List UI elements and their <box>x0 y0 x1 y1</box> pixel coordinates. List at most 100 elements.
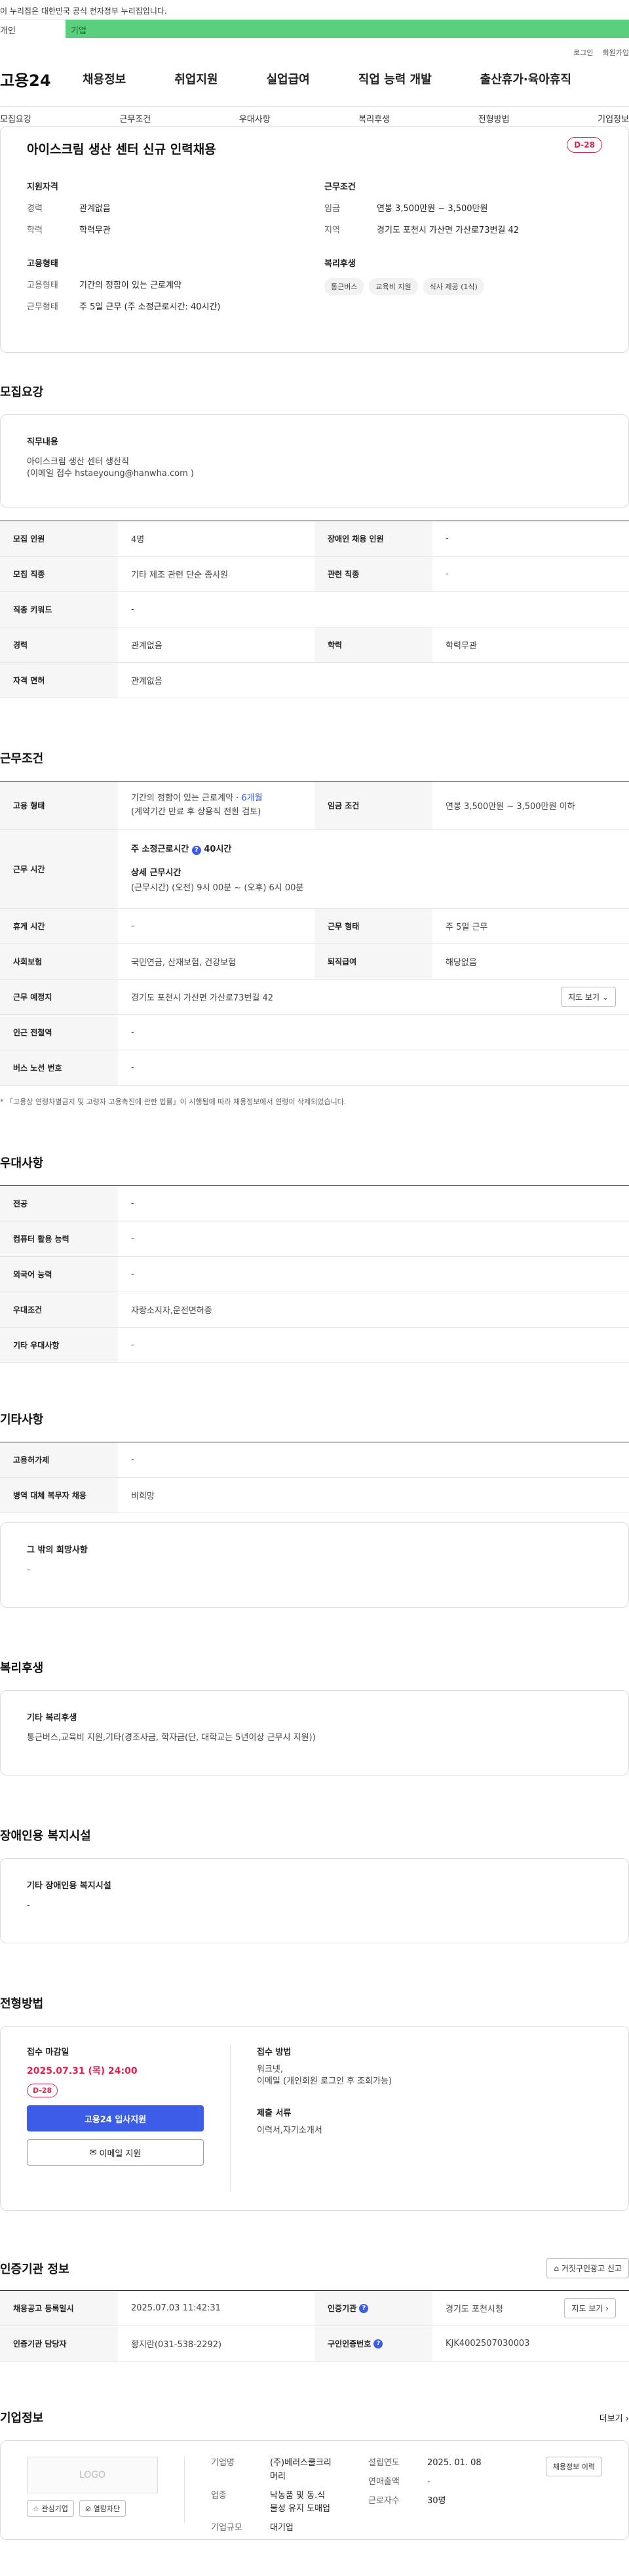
welfare-box: 기타 복리후생 통근버스,교육비 지원,기타(경조사금, 학자금(단, 대학교는… <box>0 1690 629 1775</box>
agency-map-label: 지도 보기 <box>571 2304 603 2313</box>
more-label: 더보기 <box>599 2413 623 2424</box>
th: 자격 면허 <box>0 663 118 698</box>
fav-company-button[interactable]: ☆ 관심기업 <box>27 2500 74 2517</box>
th: 휴게 시간 <box>0 909 118 943</box>
chevron-right-icon: › <box>605 2304 609 2313</box>
site-logo[interactable]: 고용24 <box>0 68 72 90</box>
pref-heading: 우대사항 <box>0 1157 44 1170</box>
td: 황지란(031-538-2292) <box>131 2340 222 2350</box>
subnav-welfare[interactable]: 복리후생 <box>358 112 390 125</box>
td: - <box>131 1340 134 1350</box>
info-icon: ? <box>373 2339 383 2348</box>
email-apply-button[interactable]: ✉ 이메일 지원 <box>27 2139 204 2166</box>
logo-placeholder: LOGO <box>79 2470 106 2480</box>
label: 학력 <box>27 226 43 235</box>
company-more-link[interactable]: 더보기 › <box>600 2411 629 2424</box>
td: 경기도 포천시 가산면 가산로73번길 42 지도 보기 ⌄ <box>118 980 629 1014</box>
label: 근로자수 <box>368 2495 400 2506</box>
td: 주 5일 근무 <box>446 922 488 932</box>
deadline-title: 접수 마감일 <box>27 2048 69 2057</box>
company-size: 대기업 <box>270 2523 294 2533</box>
subnav-company[interactable]: 기업정보 <box>598 112 629 125</box>
age-note: * 「고용상 연령차별금지 및 고령자 고용촉진에 관한 법률」이 시행됨에 따… <box>0 1098 347 1106</box>
subnav-select[interactable]: 전형방법 <box>478 112 510 125</box>
subnav-recruit[interactable]: 모집요강 <box>0 112 31 125</box>
agency-header: 인증기관 정보 ⌂ 거짓구인광고 신고 <box>0 2258 629 2278</box>
subnav-pref[interactable]: 우대사항 <box>239 112 271 125</box>
emp-title: 고용형태 <box>27 259 58 269</box>
deadline-dday: D-28 <box>27 2084 58 2097</box>
report-label: 거짓구인광고 신고 <box>561 2264 622 2273</box>
est-date: 2025. 01. 08 <box>427 2458 482 2468</box>
wish-title: 그 밖의 희망사항 <box>27 1545 88 1555</box>
map-button[interactable]: 지도 보기 ⌄ <box>561 987 616 1007</box>
other-heading: 기타사항 <box>0 1413 44 1427</box>
org-value: 경기도 포천시청 <box>446 2305 503 2314</box>
history-button[interactable]: 채용정보 이력 <box>545 2457 602 2476</box>
td: 국민연금, 산재보험, 건강보험 <box>131 958 237 968</box>
th: 임금 조건 <box>314 782 432 829</box>
gnb-item-leave[interactable]: 출산휴가·육아휴직 <box>480 70 571 87</box>
welfare-chip: 교육비 지원 <box>369 278 418 295</box>
value: 기간의 정함이 있는 근로계약 <box>79 281 181 290</box>
td: - <box>131 604 134 614</box>
wish-box: 그 밖의 희망사항 - <box>0 1522 629 1608</box>
duty-line: (이메일 접수 hstaeyoung@hanwha.com ) <box>27 469 194 479</box>
td: 해당없음 <box>446 958 477 968</box>
company-heading: 기업정보 <box>0 2411 44 2425</box>
recruit-heading: 모집요강 <box>0 386 44 399</box>
td: - <box>131 1199 134 1208</box>
tab-personal[interactable]: 개인 <box>0 20 66 38</box>
select-heading: 전형방법 <box>0 1997 44 2011</box>
method-line: 워크넷, <box>257 2065 284 2074</box>
block-icon: ⊘ <box>85 2505 92 2513</box>
subnav-work[interactable]: 근무조건 <box>119 112 151 125</box>
label: 연매출액 <box>368 2476 400 2487</box>
label: 기업명 <box>211 2458 235 2468</box>
th: 인근 전철역 <box>0 1015 118 1050</box>
docs-title: 제출 서류 <box>257 2109 292 2119</box>
gnb-item-benefit[interactable]: 실업급여 <box>267 70 310 87</box>
tab-company[interactable]: 기업 <box>66 20 629 38</box>
th: 버스 노선 번호 <box>0 1050 118 1085</box>
info-icon: ? <box>359 2303 369 2313</box>
th: 우대조건 <box>0 1292 118 1327</box>
report-button[interactable]: ⌂ 거짓구인광고 신고 <box>546 2258 629 2278</box>
join-link[interactable]: 회원가입 <box>603 47 629 64</box>
td: 경기도 포천시청 지도 보기 › <box>432 2291 629 2326</box>
employees: 30명 <box>427 2495 446 2506</box>
gnb-item-support[interactable]: 취업지원 <box>174 70 218 87</box>
qual-title: 지원자격 <box>27 182 58 192</box>
td: - <box>131 1027 134 1037</box>
wish-value: - <box>27 1565 30 1575</box>
code-label: 구인인증번호 <box>328 2339 372 2348</box>
td: 자랑소지자,운전면허증 <box>131 1306 212 1316</box>
gnb-item-jobs[interactable]: 채용정보 <box>83 70 126 87</box>
welfare-heading: 복리후생 <box>0 1661 44 1675</box>
block-company-button[interactable]: ⊘ 열람차단 <box>79 2500 126 2517</box>
gnb-item-training[interactable]: 직업 능력 개발 <box>358 70 432 87</box>
home-icon: ⌂ <box>554 2264 560 2273</box>
td: 관계없음 <box>131 677 162 686</box>
agency-map-button[interactable]: 지도 보기 › <box>564 2298 616 2318</box>
td: 관계없음 <box>131 641 162 651</box>
map-button-label: 지도 보기 <box>568 993 600 1002</box>
td: - <box>446 569 449 579</box>
th: 직종 키워드 <box>0 592 118 627</box>
td: 주 소정근로시간 ? 40시간 상세 근무시간 (근무시간) (오전) 9시 0… <box>118 830 629 908</box>
th: 고용 형태 <box>0 782 118 829</box>
login-link[interactable]: 로그인 <box>573 47 593 64</box>
place-value: 경기도 포천시 가산면 가산로73번길 42 <box>131 993 274 1003</box>
company-logo: LOGO <box>27 2457 158 2493</box>
fav-label: 관심기업 <box>41 2505 68 2513</box>
pref-table: 전공 - 컴퓨터 활용 능력 - 외국어 능력 - 우대조건 자랑소지자,운전면허증 기… <box>0 1185 629 1363</box>
org-label: 인증기관 <box>328 2304 357 2313</box>
th: 근무 예정지 <box>0 980 118 1014</box>
label: 설립연도 <box>368 2458 400 2468</box>
time-hours: 40시간 <box>204 844 232 855</box>
th: 인증기관 담당자 <box>0 2326 118 2361</box>
work-table: 고용 형태 기간의 정함이 있는 근로계약 · 6개월 (계약기간 만료 후 상… <box>0 781 629 1086</box>
star-icon: ☆ <box>33 2505 39 2513</box>
deadline-date: 2025.07.31 (목) 24:00 <box>27 2066 138 2076</box>
apply-button[interactable]: 고용24 입사지원 <box>27 2105 204 2131</box>
